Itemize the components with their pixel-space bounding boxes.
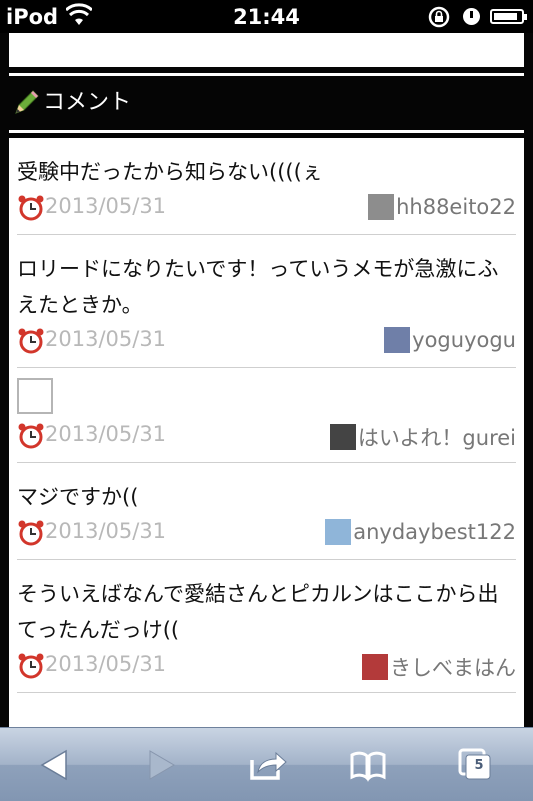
alarm-clock-icon — [18, 328, 44, 354]
rotation-lock-icon — [428, 6, 450, 28]
user-avatar — [384, 327, 411, 353]
clock-time: 21:44 — [233, 5, 300, 29]
alarm-clock-icon — [18, 653, 44, 679]
comment-item: そういえばなんで愛結さんとピカルンはここから出てったんだっけ(( 2013/05/… — [17, 560, 516, 693]
user-avatar — [368, 194, 395, 220]
comment-text: マジですか(( — [17, 485, 139, 509]
comment-author: hh88eito22 — [396, 195, 516, 219]
comment-item: 2013/05/31 はいよれ！gurei — [17, 378, 516, 463]
comment-author: anydaybest122 — [353, 520, 516, 544]
battery-icon — [490, 9, 527, 24]
user-avatar — [362, 654, 388, 680]
comment-text: 受験中だったから知らない((((ぇ — [17, 160, 323, 184]
comment-author: yoguyogu — [412, 328, 516, 352]
comment-date: 2013/05/31 — [45, 327, 167, 351]
section-title: コメント — [43, 90, 132, 115]
comment-author: きしべまはん — [390, 656, 516, 680]
pencil-icon — [15, 90, 39, 114]
web-page[interactable]: コメント 受験中だったから知らない((((ぇ 2013/05/31 hh88eito… — [0, 33, 533, 727]
comment-text: そういえばなんで愛結さんとピカルンはここから出てったんだっけ(( — [17, 582, 499, 642]
alarm-status-icon — [463, 8, 480, 25]
alarm-clock-icon — [18, 423, 44, 449]
forward-arrow-icon[interactable] — [140, 746, 180, 784]
comment-date: 2013/05/31 — [45, 422, 167, 446]
alarm-clock-icon — [18, 520, 44, 546]
battery-level — [494, 13, 517, 20]
comment-list: 受験中だったから知らない((((ぇ 2013/05/31 hh88eito22 ロリー… — [9, 138, 524, 727]
share-icon[interactable] — [248, 746, 288, 784]
comment-date: 2013/05/31 — [45, 519, 167, 543]
comment-meta: 2013/05/31 hh88eito22 — [17, 190, 516, 234]
comments-section-header: コメント — [9, 80, 524, 125]
comment-author-link[interactable]: はいよれ！gurei — [329, 422, 516, 452]
divider — [9, 130, 524, 133]
comment-item: マジですか(( 2013/05/31 anydaybest122 — [17, 463, 516, 560]
comment-author-link[interactable]: anydaybest122 — [325, 519, 516, 545]
bookmarks-icon[interactable] — [348, 746, 388, 784]
status-bar: iPod 21:44 — [0, 0, 533, 33]
comment-author-link[interactable]: きしべまはん — [362, 652, 516, 682]
comment-meta: 2013/05/31 きしべまはん — [17, 648, 516, 692]
user-avatar — [329, 424, 356, 450]
divider — [9, 73, 524, 76]
alarm-clock-icon — [18, 195, 44, 221]
top-content-box — [9, 33, 524, 67]
comment-author-link[interactable]: hh88eito22 — [368, 194, 516, 220]
comment-image-placeholder — [17, 378, 53, 414]
comment-text: ロリードになりたいです！っていうメモが急激にふえたときか。 — [17, 257, 499, 317]
user-avatar — [325, 519, 352, 545]
comment-item: ロリードになりたいです！っていうメモが急激にふえたときか。 2013/05/31 y… — [17, 235, 516, 368]
comment-author: はいよれ！gurei — [357, 426, 516, 450]
back-arrow-icon[interactable] — [36, 746, 76, 784]
comment-meta: 2013/05/31 anydaybest122 — [17, 515, 516, 559]
tabs-button[interactable]: 5 — [456, 746, 496, 784]
comment-date: 2013/05/31 — [45, 194, 167, 218]
comment-meta: 2013/05/31 yoguyogu — [17, 323, 516, 367]
comment-item: 受験中だったから知らない((((ぇ 2013/05/31 hh88eito22 — [17, 138, 516, 235]
comment-author-link[interactable]: yoguyogu — [384, 327, 516, 353]
comment-date: 2013/05/31 — [45, 652, 167, 676]
browser-toolbar: 5 — [0, 727, 533, 801]
comment-meta: 2013/05/31 はいよれ！gurei — [17, 418, 516, 462]
tab-count: 5 — [474, 758, 484, 773]
